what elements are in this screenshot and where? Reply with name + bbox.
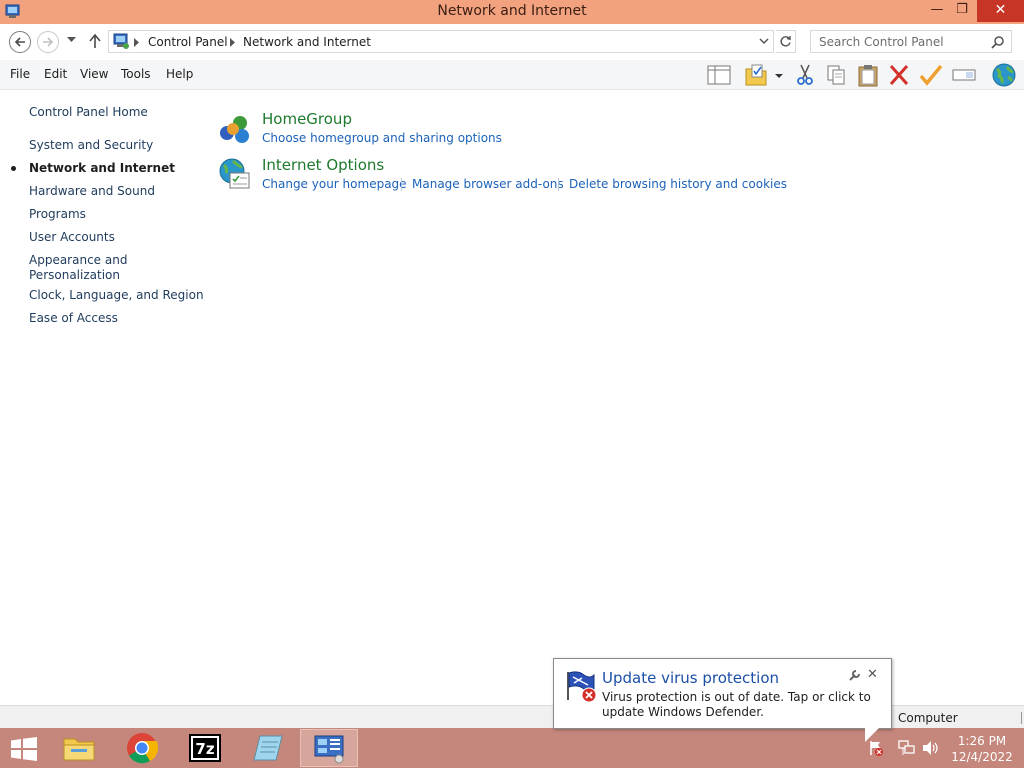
breadcrumb-network-and-internet[interactable]: Network and Internet [243, 35, 371, 49]
delete-browsing-history-link[interactable]: Delete browsing history and cookies [569, 177, 787, 191]
chrome-icon [127, 733, 158, 764]
control-panel-window: Network and Internet — ❐ ✕ Control Panel… [0, 0, 1024, 728]
menu-view[interactable]: View [80, 67, 108, 81]
forward-button[interactable] [37, 31, 59, 53]
action-center-flag-icon[interactable] [868, 740, 884, 756]
nav-clock-language-region[interactable]: Clock, Language, and Region [29, 288, 204, 303]
homegroup-sharing-link[interactable]: Choose homegroup and sharing options [262, 131, 502, 145]
search-icon[interactable] [991, 35, 1005, 49]
notification-close-icon[interactable]: ✕ [867, 667, 878, 682]
menu-bar: File Edit View Tools Help [0, 60, 1024, 90]
recent-pages-dropdown-icon[interactable] [67, 37, 76, 43]
7zip-icon: 7z [189, 734, 221, 762]
refresh-icon [780, 36, 791, 47]
nav-hardware-and-sound[interactable]: Hardware and Sound [29, 184, 155, 199]
control-panel-icon [113, 33, 129, 49]
close-button[interactable]: ✕ [977, 0, 1024, 22]
delete-icon[interactable] [886, 63, 912, 87]
control-panel-icon [314, 735, 344, 764]
taskbar-control-panel[interactable] [300, 729, 358, 767]
start-windows-icon[interactable] [10, 737, 38, 761]
status-location: Computer [898, 711, 958, 725]
back-button[interactable] [9, 31, 31, 53]
notification-tail [865, 728, 879, 742]
homegroup-icon[interactable] [218, 113, 252, 145]
menu-edit[interactable]: Edit [44, 67, 67, 81]
address-dropdown-icon[interactable] [759, 38, 769, 45]
taskbar-chrome[interactable] [113, 729, 171, 767]
homegroup-title[interactable]: HomeGroup [262, 110, 352, 128]
window-title: Network and Internet [437, 3, 587, 19]
nav-programs[interactable]: Programs [29, 207, 86, 222]
rename-icon[interactable] [951, 63, 977, 87]
notification-title[interactable]: Update virus protection [602, 669, 779, 687]
menu-help[interactable]: Help [166, 67, 193, 81]
paste-icon[interactable] [855, 63, 881, 87]
change-homepage-link[interactable]: Change your homepage [262, 177, 407, 191]
nav-ease-of-access[interactable]: Ease of Access [29, 311, 118, 326]
notification-text[interactable]: Virus protection is out of date. Tap or … [602, 690, 887, 720]
search-placeholder: Search Control Panel [819, 35, 944, 49]
resize-grip[interactable] [1021, 712, 1022, 724]
taskbar-clock[interactable]: 1:26 PM 12/4/2022 [950, 733, 1014, 765]
layout-pane-icon[interactable] [706, 63, 732, 87]
wrench-icon[interactable] [848, 669, 861, 682]
taskbar-notepad[interactable] [239, 729, 297, 767]
address-bar[interactable]: Control Panel Network and Internet [108, 30, 774, 53]
refresh-button[interactable] [776, 30, 796, 53]
nav-user-accounts[interactable]: User Accounts [29, 230, 115, 245]
checkmark-icon[interactable] [918, 63, 944, 87]
globe-icon[interactable] [989, 63, 1019, 87]
svg-text:7z: 7z [195, 740, 214, 758]
file-explorer-icon [63, 738, 95, 761]
breadcrumb-separator-icon[interactable] [134, 38, 140, 47]
internet-options-title[interactable]: Internet Options [262, 156, 384, 174]
internet-options-icon[interactable] [218, 157, 252, 191]
nav-system-and-security[interactable]: System and Security [29, 138, 153, 153]
taskbar-7zip[interactable]: 7z [176, 729, 234, 767]
up-arrow-icon[interactable] [88, 33, 102, 49]
restore-button[interactable]: ❐ [947, 0, 977, 22]
folder-check-icon[interactable] [744, 63, 770, 87]
breadcrumb-control-panel[interactable]: Control Panel [148, 35, 228, 49]
cut-icon[interactable] [792, 63, 818, 87]
menu-file[interactable]: File [10, 67, 30, 81]
notification-balloon[interactable]: Update virus protection Virus protection… [553, 658, 892, 729]
nav-control-panel-home[interactable]: Control Panel Home [29, 105, 148, 120]
volume-icon[interactable] [922, 740, 940, 756]
clock-time: 1:26 PM [957, 734, 1007, 748]
notepad-icon [253, 735, 283, 761]
link-separator [558, 178, 559, 191]
clock-date: 12/4/2022 [951, 750, 1013, 764]
taskbar-file-explorer[interactable] [50, 729, 108, 767]
nav-appearance-and-personalization[interactable]: Appearance and Personalization [29, 253, 129, 283]
active-item-bullet [11, 166, 16, 171]
manage-addons-link[interactable]: Manage browser add-ons [412, 177, 564, 191]
back-arrow-icon [14, 37, 25, 47]
menu-tools[interactable]: Tools [121, 67, 151, 81]
nav-network-and-internet[interactable]: Network and Internet [29, 161, 175, 176]
dropdown-arrow-icon[interactable] [772, 63, 786, 87]
breadcrumb-separator-icon[interactable] [230, 38, 236, 47]
search-box[interactable]: Search Control Panel [810, 30, 1012, 53]
navigation-bar: Control Panel Network and Internet Searc… [0, 24, 1024, 60]
forward-arrow-icon [43, 37, 54, 47]
link-separator [401, 178, 402, 191]
copy-icon[interactable] [823, 63, 849, 87]
title-bar[interactable]: Network and Internet — ❐ ✕ [0, 0, 1024, 24]
network-icon[interactable] [898, 740, 916, 756]
security-flag-icon [567, 671, 597, 703]
